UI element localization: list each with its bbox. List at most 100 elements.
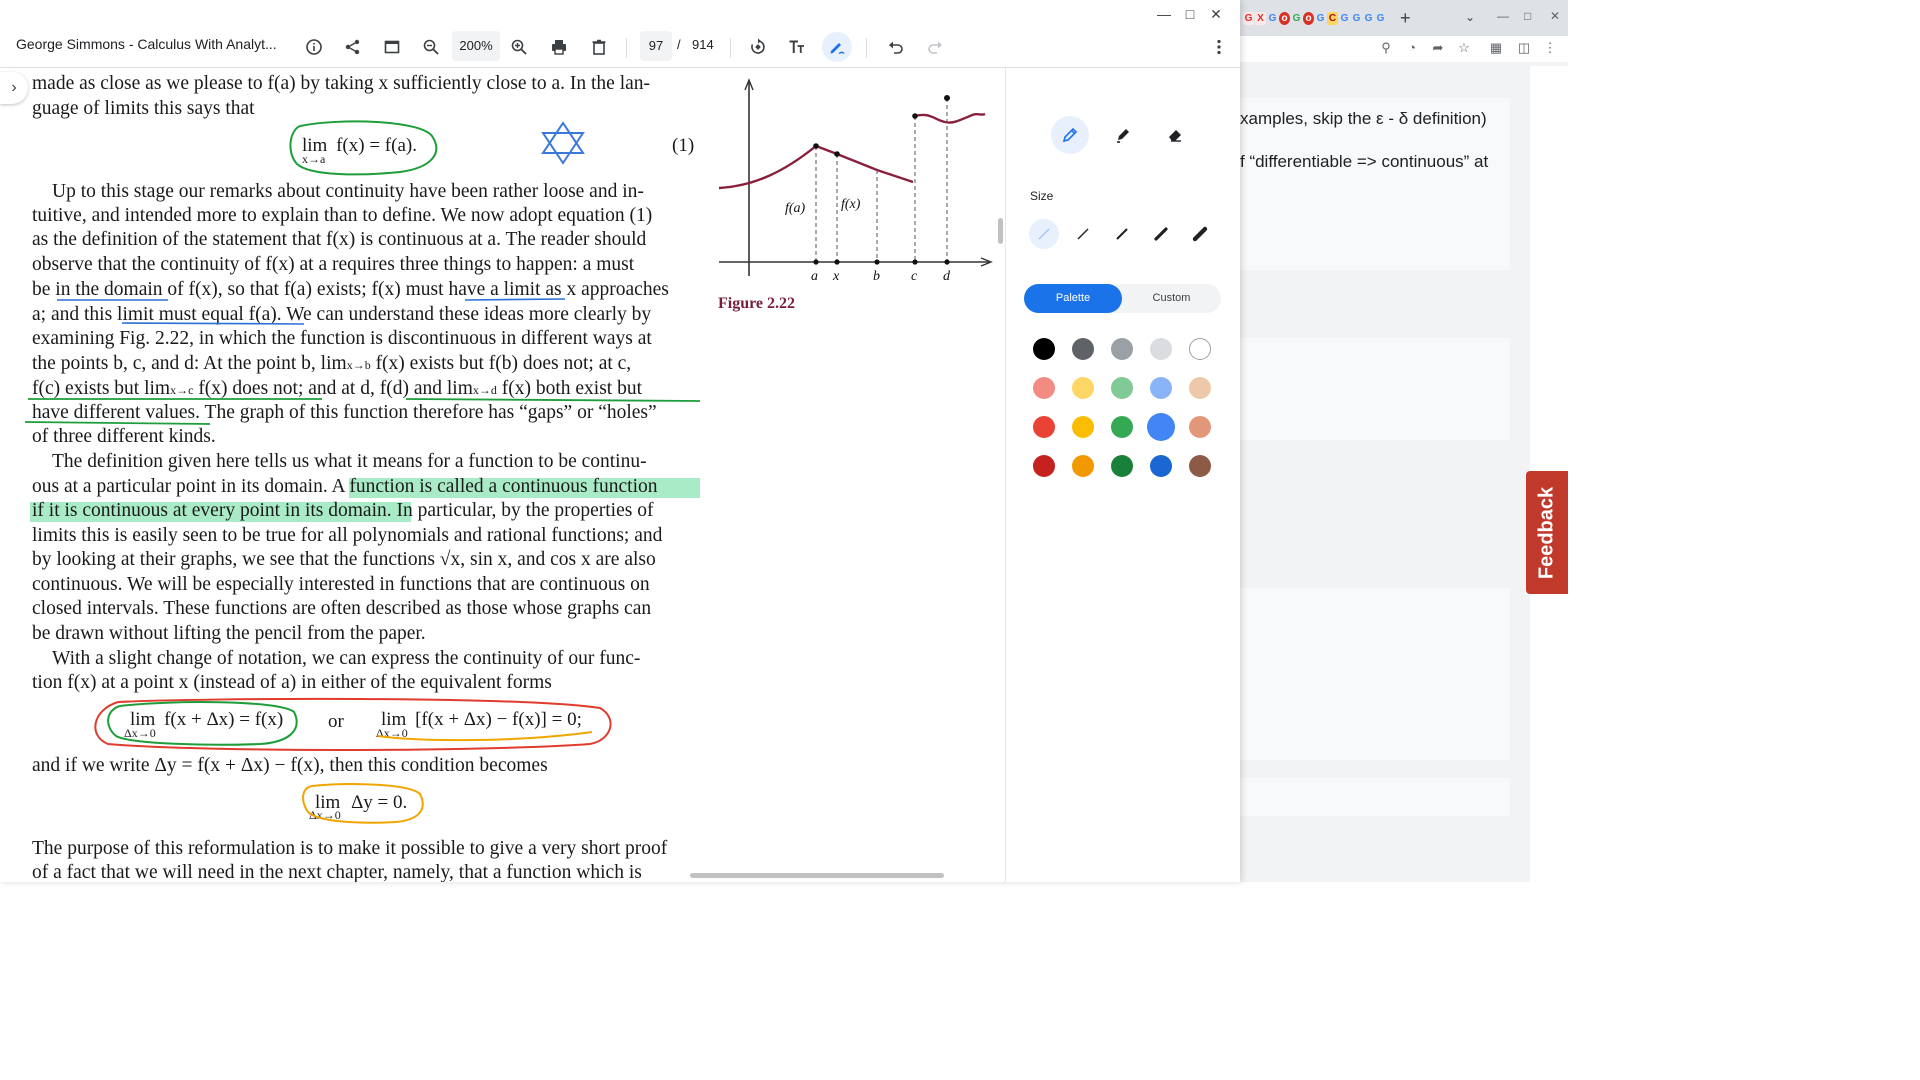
color-swatch[interactable]: [1033, 377, 1055, 399]
size-option-3[interactable]: [1107, 219, 1137, 249]
close-icon[interactable]: ✕: [1206, 4, 1226, 24]
color-swatch[interactable]: [1111, 377, 1133, 399]
tab-favicon-4[interactable]: o: [1279, 12, 1290, 25]
annotate-pen-icon: [830, 43, 845, 55]
color-swatch[interactable]: [1111, 338, 1133, 360]
figure-2-22-graph: f(a) f(x) a x b c d: [718, 78, 993, 284]
palette-tab[interactable]: Palette: [1024, 284, 1122, 313]
undo-button[interactable]: [883, 34, 909, 60]
color-swatch[interactable]: [1072, 416, 1094, 438]
print-button[interactable]: [546, 34, 572, 60]
dashed-guides: [815, 98, 948, 262]
toolbar-divider: [730, 38, 731, 58]
color-swatch[interactable]: [1150, 338, 1172, 360]
zoom-level-field[interactable]: 200%: [452, 31, 500, 61]
tab-favicon-11[interactable]: G: [1363, 12, 1374, 25]
figure-caption: Figure 2.22: [718, 295, 796, 312]
document-title: George Simmons - Calculus With Analyt...: [16, 36, 277, 52]
share-button[interactable]: [340, 34, 366, 60]
custom-tab[interactable]: Custom: [1122, 284, 1221, 313]
background-page-content: xamples, skip the ε - δ definition) f “d…: [1240, 66, 1530, 882]
zoom-icon[interactable]: ⚲: [1378, 40, 1394, 56]
background-text-1: xamples, skip the ε - δ definition): [1240, 109, 1487, 128]
more-vert-icon: [1217, 39, 1221, 55]
tab-favicon-3[interactable]: G: [1267, 12, 1278, 25]
color-swatch[interactable]: [1189, 416, 1211, 438]
color-swatch[interactable]: [1189, 377, 1211, 399]
size-option-2[interactable]: [1068, 219, 1098, 249]
toolbar-divider: [866, 38, 867, 58]
color-swatch[interactable]: [1033, 338, 1055, 360]
side-panel-icon[interactable]: ◫: [1516, 40, 1532, 56]
label-fx: f(x): [841, 197, 861, 212]
tab-favicon-5[interactable]: G: [1291, 12, 1302, 25]
color-swatch[interactable]: [1150, 377, 1172, 399]
color-swatch[interactable]: [1111, 455, 1133, 477]
color-swatch[interactable]: [1033, 455, 1055, 477]
print-icon: [552, 40, 566, 55]
maximize-icon[interactable]: □: [1180, 4, 1200, 24]
color-mode-toggle: Palette Custom: [1024, 284, 1221, 313]
bookmark-star-icon[interactable]: ☆: [1456, 40, 1472, 56]
feedback-button[interactable]: Feedback: [1526, 471, 1568, 594]
chrome-menu-icon[interactable]: ⋮: [1542, 40, 1558, 56]
eraser-tool-button[interactable]: [1156, 116, 1194, 154]
color-swatch[interactable]: [1033, 416, 1055, 438]
redo-icon: [928, 41, 942, 54]
new-tab-plus-icon[interactable]: +: [1400, 8, 1411, 29]
color-swatch[interactable]: [1189, 455, 1211, 477]
tab-favicon-2[interactable]: X: [1255, 12, 1266, 25]
size-option-4[interactable]: [1146, 219, 1176, 249]
extensions-puzzle-icon[interactable]: ▦: [1488, 40, 1504, 56]
bg-maximize-icon[interactable]: □: [1524, 9, 1531, 23]
rotate-button[interactable]: [745, 34, 771, 60]
tab-search-chevron-icon[interactable]: ⌄: [1465, 10, 1475, 24]
more-actions-button[interactable]: [1206, 34, 1232, 60]
zoom-out-button[interactable]: [418, 34, 444, 60]
annotate-button[interactable]: [822, 32, 852, 62]
tab-favicon-10[interactable]: G: [1351, 12, 1362, 25]
color-swatch[interactable]: [1072, 377, 1094, 399]
zoom-out-icon: [423, 39, 439, 55]
color-swatch[interactable]: [1111, 416, 1133, 438]
size-option-1[interactable]: [1029, 219, 1059, 249]
horizontal-scrollbar[interactable]: [690, 873, 944, 878]
highlighter-tool-button[interactable]: [1104, 116, 1142, 154]
color-swatch[interactable]: [1189, 338, 1211, 360]
document-properties-button[interactable]: [301, 34, 327, 60]
blue-ink-underline: [464, 298, 566, 301]
color-swatch[interactable]: [1072, 455, 1094, 477]
color-swatch[interactable]: [1150, 455, 1172, 477]
tab-favicon-8[interactable]: C: [1327, 12, 1338, 25]
bg-minimize-icon[interactable]: —: [1497, 9, 1509, 23]
tab-favicon-6[interactable]: o: [1303, 12, 1314, 25]
share-icon[interactable]: ➦: [1430, 40, 1446, 56]
axis-label-x: x: [832, 269, 840, 284]
size-option-5[interactable]: [1185, 219, 1215, 249]
axis-label-c: c: [911, 269, 918, 284]
tab-favicon-1[interactable]: G: [1243, 12, 1254, 25]
tab-favicon-12[interactable]: G: [1375, 12, 1386, 25]
pdf-page-area[interactable]: made as close as we please to f(a) by ta…: [0, 68, 1005, 882]
tab-favicon-7[interactable]: G: [1315, 12, 1326, 25]
redo-button[interactable]: [922, 34, 948, 60]
tab-favicon-9[interactable]: G: [1339, 12, 1350, 25]
performance-icon[interactable]: ◔: [1404, 40, 1420, 56]
zoom-in-button[interactable]: [506, 34, 532, 60]
orange-ink-circle: [302, 783, 424, 824]
color-swatch[interactable]: [1147, 413, 1175, 441]
size-line-icon: [1192, 226, 1208, 242]
axis-label-d: d: [943, 269, 951, 284]
color-swatch[interactable]: [1072, 338, 1094, 360]
fit-page-button[interactable]: [379, 34, 405, 60]
delete-button[interactable]: [586, 34, 612, 60]
vertical-scrollbar[interactable]: [998, 218, 1003, 244]
curve-segment: [914, 112, 986, 124]
minimize-icon[interactable]: —: [1154, 4, 1174, 24]
window-controls: — □ ✕: [1140, 0, 1240, 28]
page-number-input[interactable]: 97: [640, 31, 672, 61]
pen-tool-button[interactable]: [1051, 116, 1089, 154]
blue-ink-underline: [121, 322, 305, 325]
bg-close-icon[interactable]: ✕: [1550, 9, 1560, 23]
text-annotation-button[interactable]: [784, 34, 810, 60]
